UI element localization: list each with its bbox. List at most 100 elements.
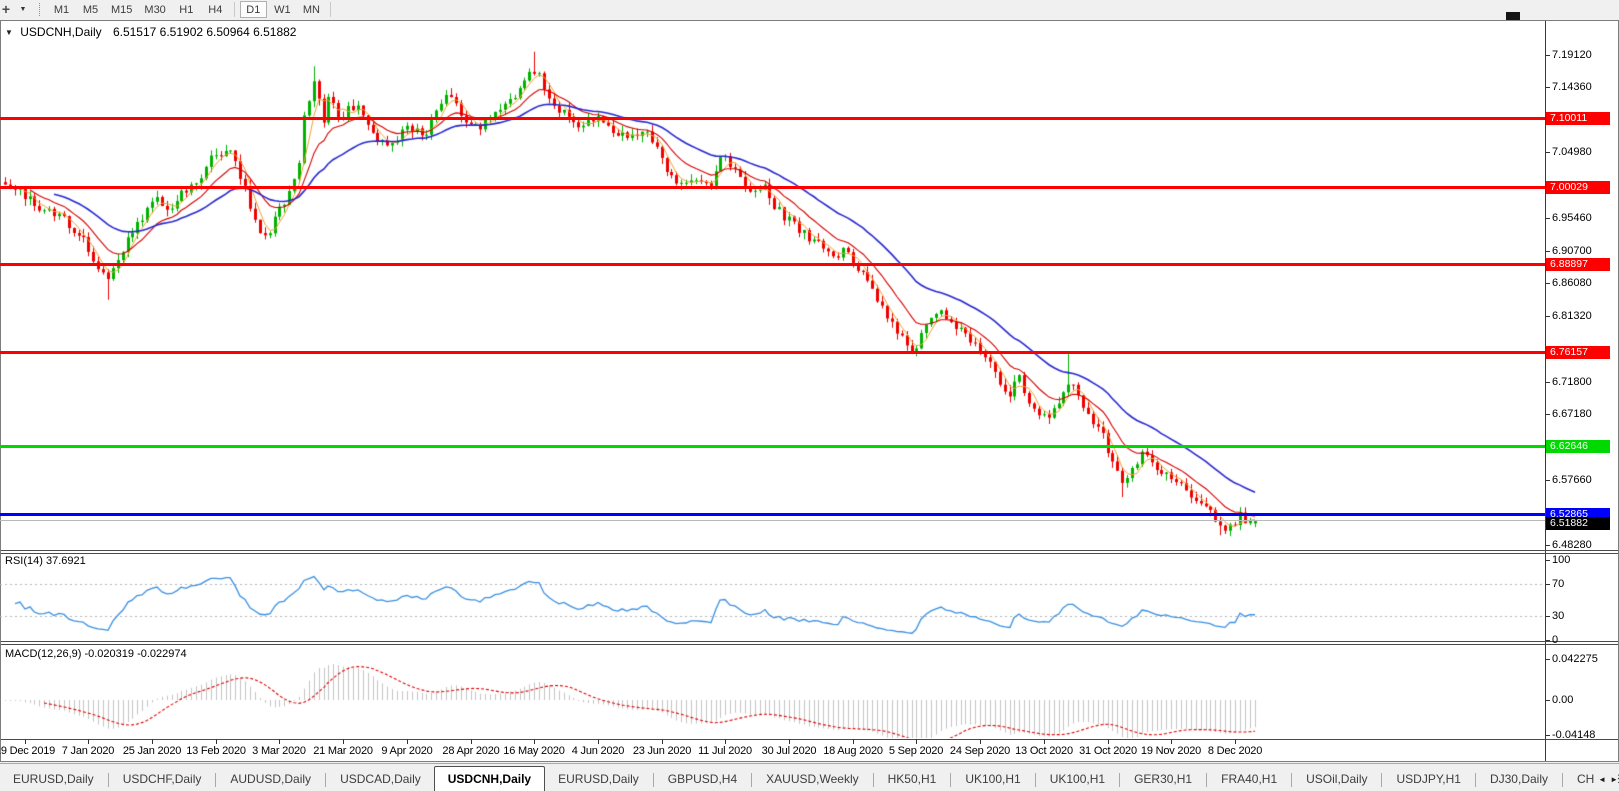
tab-AUDUSD-Daily[interactable]: AUDUSD,Daily bbox=[217, 769, 324, 791]
tab-EURUSD-Daily[interactable]: EURUSD,Daily bbox=[545, 769, 652, 791]
date-tick-mark bbox=[598, 739, 599, 744]
rsi-label: RSI(14) 37.6921 bbox=[5, 555, 86, 567]
tab-USDJPY-H1[interactable]: USDJPY,H1 bbox=[1383, 769, 1473, 791]
timeframe-button-M5[interactable]: M5 bbox=[77, 1, 104, 18]
date-tick-label: 4 Jun 2020 bbox=[571, 745, 625, 757]
timeframe-button-M30[interactable]: M30 bbox=[139, 1, 170, 18]
price-tick-mark bbox=[1545, 382, 1550, 383]
date-tick-label: 13 Oct 2020 bbox=[1015, 745, 1073, 757]
date-tick-mark bbox=[88, 739, 89, 744]
price-tick-mark bbox=[1545, 152, 1550, 153]
tab-separator bbox=[751, 773, 753, 787]
date-tick-label: 30 Jul 2020 bbox=[761, 745, 817, 757]
tab-EURUSD-Daily[interactable]: EURUSD,Daily bbox=[0, 769, 107, 791]
tab-FRA40-H1[interactable]: FRA40,H1 bbox=[1208, 769, 1290, 791]
tab-scroll-left-icon[interactable]: ◄ bbox=[1598, 774, 1606, 786]
tab-separator bbox=[652, 773, 654, 787]
level-price-box: 6.62646 bbox=[1546, 440, 1610, 453]
rsi-tick-label: 30 bbox=[1552, 610, 1565, 622]
timeframe-button-H4[interactable]: H4 bbox=[202, 1, 229, 18]
timeframe-button-MN[interactable]: MN bbox=[298, 1, 325, 18]
price-tick-mark bbox=[1545, 218, 1550, 219]
chart-title: ▼ USDCNH,Daily 6.51517 6.51902 6.50964 6… bbox=[5, 25, 296, 39]
tab-UK100-H1[interactable]: UK100,H1 bbox=[952, 769, 1033, 791]
level-line-6.76157[interactable] bbox=[0, 351, 1545, 354]
macd-pane-bottom-border bbox=[1, 739, 1618, 740]
timeframe-button-H1[interactable]: H1 bbox=[173, 1, 200, 18]
tab-separator bbox=[215, 773, 217, 787]
macd-tick-mark bbox=[1545, 700, 1550, 701]
macd-tick-label: 0.042275 bbox=[1552, 653, 1598, 665]
tab-USDCNH-Daily[interactable]: USDCNH,Daily bbox=[433, 766, 546, 791]
tab-HK50-H1[interactable]: HK50,H1 bbox=[875, 769, 950, 791]
date-tick-label: 11 Jul 2020 bbox=[698, 745, 752, 757]
tab-USDCHF-Daily[interactable]: USDCHF,Daily bbox=[110, 769, 215, 791]
chart-symbol-label: USDCNH,Daily bbox=[20, 25, 102, 39]
timeframe-button-W1[interactable]: W1 bbox=[269, 1, 296, 18]
macd-tick-mark bbox=[1545, 659, 1550, 660]
date-tick-mark bbox=[216, 739, 217, 744]
tab-separator bbox=[1119, 773, 1121, 787]
date-tick-mark bbox=[853, 739, 854, 744]
price-tick-label: 6.71800 bbox=[1552, 376, 1592, 388]
date-tick-mark bbox=[1171, 739, 1172, 744]
tab-scroll-right-icon[interactable]: ► bbox=[1610, 774, 1618, 786]
tab-separator bbox=[1034, 773, 1036, 787]
date-tick-mark bbox=[343, 739, 344, 744]
price-tick-mark bbox=[1545, 316, 1550, 317]
cursor-tool-icon[interactable]: + bbox=[0, 1, 16, 18]
macd-tick-mark bbox=[1545, 735, 1550, 736]
date-tick-label: 18 Aug 2020 bbox=[823, 745, 883, 757]
level-price-box: 6.76157 bbox=[1546, 346, 1610, 359]
price-tick-label: 7.19120 bbox=[1552, 49, 1592, 61]
timeframe-toolbar: + ▼ M1 M5 M15 M30 H1 H4 D1 W1 MN bbox=[0, 0, 1619, 19]
price-tick-label: 6.95460 bbox=[1552, 212, 1592, 224]
date-tick-mark bbox=[1108, 739, 1109, 744]
timeframe-button-M15[interactable]: M15 bbox=[106, 1, 137, 18]
level-price-box: 7.10011 bbox=[1546, 112, 1610, 125]
price-tick-label: 7.04980 bbox=[1552, 146, 1592, 158]
tab-XAUUSD-Weekly[interactable]: XAUUSD,Weekly bbox=[753, 769, 871, 791]
timeframe-button-D1[interactable]: D1 bbox=[239, 1, 267, 18]
date-tick-label: 16 May 2020 bbox=[503, 745, 565, 757]
tab-GER30-H1[interactable]: GER30,H1 bbox=[1121, 769, 1205, 791]
tab-GBPUSD-H4[interactable]: GBPUSD,H4 bbox=[655, 769, 750, 791]
tab-DJ30-Daily[interactable]: DJ30,Daily bbox=[1477, 769, 1561, 791]
tab-separator bbox=[950, 773, 952, 787]
timeframe-group: M1 M5 M15 M30 H1 H4 D1 W1 MN bbox=[47, 1, 335, 18]
price-tick-mark bbox=[1545, 414, 1550, 415]
macd-pane-top-border bbox=[1, 644, 1618, 645]
level-line-6.52865[interactable] bbox=[0, 513, 1545, 516]
date-tick-mark bbox=[662, 739, 663, 744]
tab-separator bbox=[1562, 773, 1563, 787]
date-tick-label: 7 Jan 2020 bbox=[61, 745, 115, 757]
rsi-tick-mark bbox=[1545, 640, 1550, 641]
level-line-6.62646[interactable] bbox=[0, 445, 1545, 448]
toolbar-separator bbox=[233, 2, 235, 17]
date-tick-mark bbox=[789, 739, 790, 744]
date-tick-mark bbox=[471, 739, 472, 744]
timeframe-button-M1[interactable]: M1 bbox=[48, 1, 75, 18]
tab-USDCAD-Daily[interactable]: USDCAD,Daily bbox=[327, 769, 434, 791]
tab-separator bbox=[872, 773, 874, 787]
price-tick-mark bbox=[1545, 480, 1550, 481]
rsi-macd-separator[interactable] bbox=[1, 641, 1618, 642]
price-tick-mark bbox=[1545, 87, 1550, 88]
date-tick-label: 5 Sep 2020 bbox=[888, 745, 944, 757]
date-tick-mark bbox=[25, 739, 26, 744]
level-line-6.88897[interactable] bbox=[0, 263, 1545, 266]
collapse-chart-icon[interactable]: ▼ bbox=[5, 28, 13, 37]
date-tick-label: 13 Feb 2020 bbox=[186, 745, 246, 757]
price-tick-label: 6.57660 bbox=[1552, 474, 1592, 486]
tab-USOil-Daily[interactable]: USOil,Daily bbox=[1293, 769, 1380, 791]
cursor-dropdown-icon[interactable]: ▼ bbox=[16, 1, 30, 18]
tab-separator bbox=[1206, 773, 1208, 787]
price-tick-label: 6.81320 bbox=[1552, 310, 1592, 322]
chart-ohlc-values: 6.51517 6.51902 6.50964 6.51882 bbox=[112, 25, 297, 39]
date-tick-mark bbox=[407, 739, 408, 744]
tab-UK100-H1[interactable]: UK100,H1 bbox=[1037, 769, 1118, 791]
tab-separator bbox=[1291, 773, 1293, 787]
price-rsi-separator[interactable] bbox=[1, 550, 1618, 551]
level-line-7.10011[interactable] bbox=[0, 117, 1545, 120]
level-line-7.00029[interactable] bbox=[0, 186, 1545, 189]
